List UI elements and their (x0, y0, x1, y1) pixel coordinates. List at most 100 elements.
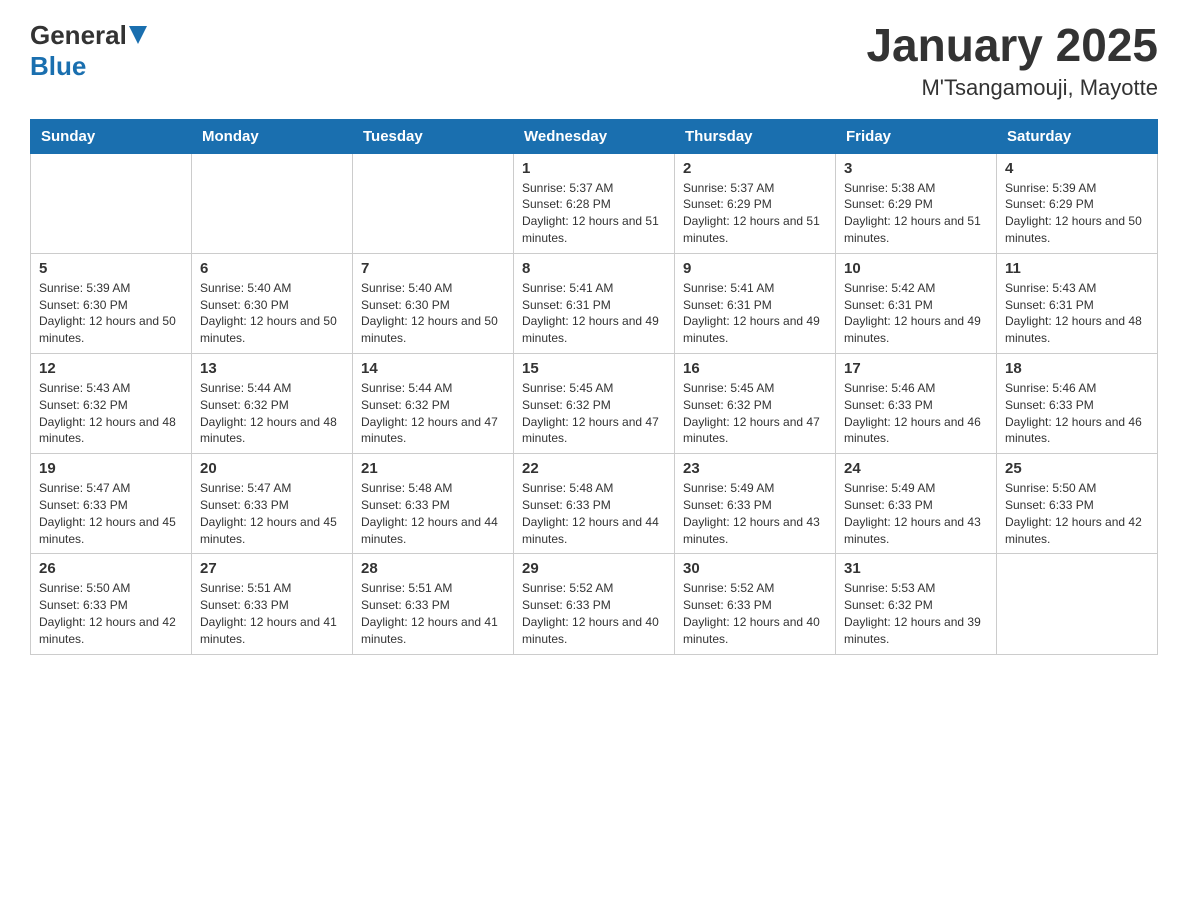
calendar-cell: 13 Sunrise: 5:44 AM Sunset: 6:32 PM Dayli… (192, 353, 353, 453)
day-number: 28 (361, 560, 505, 577)
day-number: 12 (39, 360, 183, 377)
day-info: Sunrise: 5:48 AM Sunset: 6:33 PM Dayligh… (522, 480, 666, 547)
day-number: 9 (683, 260, 827, 277)
calendar-cell: 30Sunrise: 5:52 AM Sunset: 6:33 PM Dayli… (675, 554, 836, 654)
day-info: Sunrise: 5:45 AM Sunset: 6:32 PM Dayligh… (522, 380, 666, 447)
day-number: 14 (361, 360, 505, 377)
day-number: 23 (683, 460, 827, 477)
day-number: 5 (39, 260, 183, 277)
day-info: Sunrise: 5:43 AM Sunset: 6:32 PM Dayligh… (39, 380, 183, 447)
day-number: 16 (683, 360, 827, 377)
day-number: 20 (200, 460, 344, 477)
day-number: 29 (522, 560, 666, 577)
calendar-cell: 17 Sunrise: 5:46 AM Sunset: 6:33 PM Dayli… (836, 353, 997, 453)
day-info: Sunrise: 5:42 AM Sunset: 6:31 PM Dayligh… (844, 280, 988, 347)
calendar-cell: 16 Sunrise: 5:45 AM Sunset: 6:32 PM Dayli… (675, 353, 836, 453)
day-number: 11 (1005, 260, 1149, 277)
day-number: 10 (844, 260, 988, 277)
day-number: 13 (200, 360, 344, 377)
calendar-cell (31, 153, 192, 253)
calendar-cell: 12 Sunrise: 5:43 AM Sunset: 6:32 PM Dayli… (31, 353, 192, 453)
day-info: Sunrise: 5:40 AM Sunset: 6:30 PM Dayligh… (200, 280, 344, 347)
day-number: 26 (39, 560, 183, 577)
day-info: Sunrise: 5:45 AM Sunset: 6:32 PM Dayligh… (683, 380, 827, 447)
day-number: 19 (39, 460, 183, 477)
calendar-cell: 9 Sunrise: 5:41 AM Sunset: 6:31 PM Daylig… (675, 253, 836, 353)
day-number: 15 (522, 360, 666, 377)
day-info: Sunrise: 5:39 AM Sunset: 6:30 PM Dayligh… (39, 280, 183, 347)
calendar-cell (353, 153, 514, 253)
calendar-week-row: 12 Sunrise: 5:43 AM Sunset: 6:32 PM Dayli… (31, 353, 1158, 453)
calendar-cell: 3 Sunrise: 5:38 AM Sunset: 6:29 PM Daylig… (836, 153, 997, 253)
day-info: Sunrise: 5:43 AM Sunset: 6:31 PM Dayligh… (1005, 280, 1149, 347)
day-info: Sunrise: 5:47 AM Sunset: 6:33 PM Dayligh… (39, 480, 183, 547)
calendar-week-row: 5 Sunrise: 5:39 AM Sunset: 6:30 PM Daylig… (31, 253, 1158, 353)
day-number: 24 (844, 460, 988, 477)
col-header-tuesday: Tuesday (353, 119, 514, 153)
title-area: January 2025 M'Tsangamouji, Mayotte (866, 20, 1158, 101)
day-number: 17 (844, 360, 988, 377)
day-number: 1 (522, 160, 666, 177)
calendar-cell: 20 Sunrise: 5:47 AM Sunset: 6:33 PM Dayli… (192, 454, 353, 554)
day-info: Sunrise: 5:41 AM Sunset: 6:31 PM Dayligh… (683, 280, 827, 347)
day-number: 18 (1005, 360, 1149, 377)
logo-blue-text: Blue (30, 51, 86, 81)
col-header-saturday: Saturday (997, 119, 1158, 153)
day-info: Sunrise: 5:46 AM Sunset: 6:33 PM Dayligh… (844, 380, 988, 447)
day-info: Sunrise: 5:44 AM Sunset: 6:32 PM Dayligh… (361, 380, 505, 447)
calendar-cell: 29 Sunrise: 5:52 AM Sunset: 6:33 PM Dayli… (514, 554, 675, 654)
col-header-monday: Monday (192, 119, 353, 153)
day-info: Sunrise: 5:50 AM Sunset: 6:33 PM Dayligh… (39, 580, 183, 647)
calendar-cell: 26 Sunrise: 5:50 AM Sunset: 6:33 PM Dayli… (31, 554, 192, 654)
calendar-week-row: 19 Sunrise: 5:47 AM Sunset: 6:33 PM Dayli… (31, 454, 1158, 554)
col-header-thursday: Thursday (675, 119, 836, 153)
calendar-cell: 27 Sunrise: 5:51 AM Sunset: 6:33 PM Dayli… (192, 554, 353, 654)
calendar-cell: 24 Sunrise: 5:49 AM Sunset: 6:33 PM Dayli… (836, 454, 997, 554)
day-number: 4 (1005, 160, 1149, 177)
day-number: 6 (200, 260, 344, 277)
calendar-cell: 2Sunrise: 5:37 AM Sunset: 6:29 PM Daylig… (675, 153, 836, 253)
day-number: 8 (522, 260, 666, 277)
day-info: Sunrise: 5:38 AM Sunset: 6:29 PM Dayligh… (844, 180, 988, 247)
calendar-cell: 7Sunrise: 5:40 AM Sunset: 6:30 PM Daylig… (353, 253, 514, 353)
calendar-week-row: 1 Sunrise: 5:37 AM Sunset: 6:28 PM Daylig… (31, 153, 1158, 253)
calendar-cell: 23 Sunrise: 5:49 AM Sunset: 6:33 PM Dayli… (675, 454, 836, 554)
day-info: Sunrise: 5:41 AM Sunset: 6:31 PM Dayligh… (522, 280, 666, 347)
day-number: 3 (844, 160, 988, 177)
calendar-cell: 4Sunrise: 5:39 AM Sunset: 6:29 PM Daylig… (997, 153, 1158, 253)
calendar-cell: 10 Sunrise: 5:42 AM Sunset: 6:31 PM Dayli… (836, 253, 997, 353)
day-info: Sunrise: 5:49 AM Sunset: 6:33 PM Dayligh… (683, 480, 827, 547)
day-number: 27 (200, 560, 344, 577)
day-info: Sunrise: 5:44 AM Sunset: 6:32 PM Dayligh… (200, 380, 344, 447)
calendar-title: January 2025 (866, 20, 1158, 71)
calendar-cell: 21Sunrise: 5:48 AM Sunset: 6:33 PM Dayli… (353, 454, 514, 554)
calendar-cell: 1 Sunrise: 5:37 AM Sunset: 6:28 PM Daylig… (514, 153, 675, 253)
day-info: Sunrise: 5:46 AM Sunset: 6:33 PM Dayligh… (1005, 380, 1149, 447)
day-info: Sunrise: 5:47 AM Sunset: 6:33 PM Dayligh… (200, 480, 344, 547)
calendar-cell: 15 Sunrise: 5:45 AM Sunset: 6:32 PM Dayli… (514, 353, 675, 453)
day-info: Sunrise: 5:48 AM Sunset: 6:33 PM Dayligh… (361, 480, 505, 547)
col-header-wednesday: Wednesday (514, 119, 675, 153)
day-info: Sunrise: 5:37 AM Sunset: 6:28 PM Dayligh… (522, 180, 666, 247)
calendar-cell (997, 554, 1158, 654)
calendar-cell: 31Sunrise: 5:53 AM Sunset: 6:32 PM Dayli… (836, 554, 997, 654)
logo: General Blue (30, 20, 147, 82)
calendar-header-row: SundayMondayTuesdayWednesdayThursdayFrid… (31, 119, 1158, 153)
day-info: Sunrise: 5:53 AM Sunset: 6:32 PM Dayligh… (844, 580, 988, 647)
calendar-cell: 11 Sunrise: 5:43 AM Sunset: 6:31 PM Dayli… (997, 253, 1158, 353)
day-info: Sunrise: 5:51 AM Sunset: 6:33 PM Dayligh… (200, 580, 344, 647)
calendar-cell: 5 Sunrise: 5:39 AM Sunset: 6:30 PM Daylig… (31, 253, 192, 353)
calendar-cell: 18 Sunrise: 5:46 AM Sunset: 6:33 PM Dayli… (997, 353, 1158, 453)
calendar-cell: 25Sunrise: 5:50 AM Sunset: 6:33 PM Dayli… (997, 454, 1158, 554)
day-number: 7 (361, 260, 505, 277)
calendar-cell: 8 Sunrise: 5:41 AM Sunset: 6:31 PM Daylig… (514, 253, 675, 353)
calendar-cell: 28Sunrise: 5:51 AM Sunset: 6:33 PM Dayli… (353, 554, 514, 654)
calendar-cell: 19 Sunrise: 5:47 AM Sunset: 6:33 PM Dayli… (31, 454, 192, 554)
day-info: Sunrise: 5:49 AM Sunset: 6:33 PM Dayligh… (844, 480, 988, 547)
calendar-cell: 6 Sunrise: 5:40 AM Sunset: 6:30 PM Daylig… (192, 253, 353, 353)
calendar-cell (192, 153, 353, 253)
calendar-cell: 22Sunrise: 5:48 AM Sunset: 6:33 PM Dayli… (514, 454, 675, 554)
day-number: 30 (683, 560, 827, 577)
day-info: Sunrise: 5:52 AM Sunset: 6:33 PM Dayligh… (522, 580, 666, 647)
col-header-sunday: Sunday (31, 119, 192, 153)
